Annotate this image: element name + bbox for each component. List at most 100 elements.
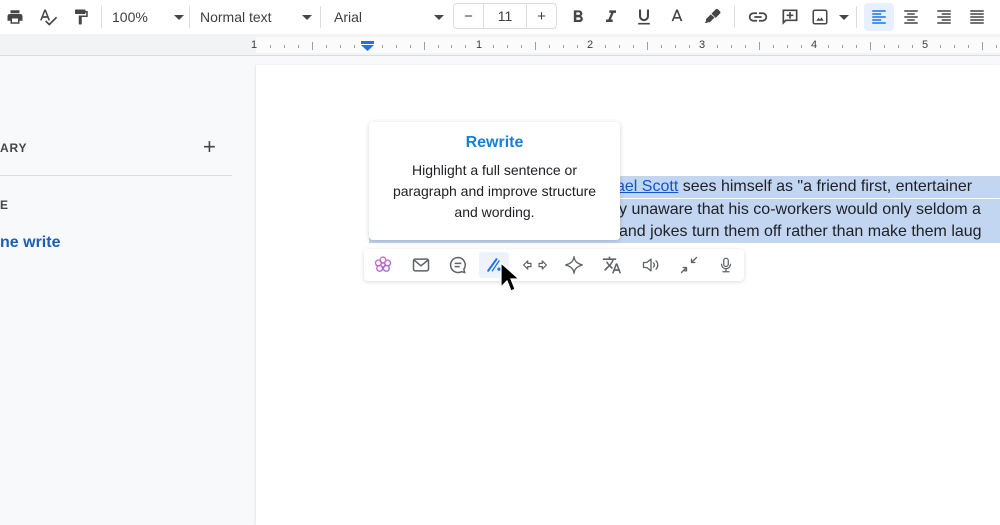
insert-link-button[interactable] — [745, 3, 771, 31]
improve-button[interactable] — [559, 252, 589, 278]
sidebar-divider — [0, 175, 232, 176]
ruler-tick — [507, 45, 508, 48]
link-icon — [748, 12, 768, 22]
font-size-stepper: − 11 + — [453, 3, 557, 29]
ruler-tick — [493, 45, 494, 48]
add-comment-icon — [782, 9, 798, 25]
add-comment-button[interactable] — [778, 3, 802, 31]
align-center-button[interactable] — [898, 3, 924, 31]
font-family-dropdown[interactable]: Arial — [334, 3, 444, 31]
collapse-arrows-icon — [680, 256, 698, 274]
ruler-tick — [856, 45, 857, 48]
bold-button[interactable] — [566, 3, 590, 31]
italic-button[interactable] — [599, 3, 623, 31]
ruler-tick — [549, 45, 550, 48]
underline-button[interactable] — [632, 3, 656, 31]
ruler-tick — [787, 45, 788, 48]
ruler-tick — [954, 45, 955, 48]
chat-reply-button[interactable] — [443, 252, 473, 278]
email-icon — [412, 258, 430, 272]
add-summary-button[interactable]: + — [203, 136, 216, 158]
align-center-icon — [904, 10, 918, 24]
chevron-down-icon — [434, 14, 444, 20]
ruler-tick — [535, 42, 536, 50]
ruler-tick — [689, 45, 690, 48]
voice-input-button[interactable] — [711, 252, 741, 278]
ruler-tick — [842, 45, 843, 48]
highlight-button[interactable] — [700, 3, 724, 31]
toolbar-divider — [189, 6, 190, 28]
align-left-button[interactable] — [864, 3, 894, 31]
ruler-tick — [661, 45, 662, 48]
italic-icon — [606, 10, 616, 22]
toolbar-divider — [734, 6, 735, 28]
insert-image-dropdown[interactable] — [811, 3, 849, 31]
ruler-tick — [759, 42, 760, 50]
flower-logo-icon — [374, 256, 392, 272]
ruler-tick — [521, 45, 522, 48]
ruler-tick — [870, 42, 871, 50]
ruler-tick — [396, 45, 397, 48]
ruler-tick — [633, 45, 634, 48]
line-text: y unaware that his co-workers would only… — [619, 201, 981, 218]
outline-section-label: E — [0, 198, 9, 212]
font-size-input[interactable]: 11 — [483, 4, 527, 28]
zoom-value: 100% — [112, 9, 148, 25]
increase-font-size-button[interactable]: + — [527, 4, 556, 28]
compose-email-button[interactable] — [406, 252, 436, 278]
ruler-tick — [354, 45, 355, 48]
translate-button[interactable] — [597, 252, 627, 278]
ruler-tick — [717, 45, 718, 48]
ruler-tick — [982, 42, 983, 50]
summary-section-label: ARY — [0, 141, 28, 155]
ruler-number: 3 — [699, 39, 706, 51]
print-icon — [7, 10, 23, 24]
read-aloud-button[interactable] — [636, 252, 666, 278]
summarize-button[interactable] — [674, 252, 704, 278]
sparkle-icon — [565, 256, 583, 274]
decrease-font-size-button[interactable]: − — [454, 4, 483, 28]
paint-format-button[interactable] — [70, 3, 92, 31]
ruler-tick — [828, 45, 829, 48]
ruler-tick — [326, 45, 327, 48]
ruler-tick — [298, 45, 299, 48]
ruler-tick — [465, 45, 466, 48]
print-button[interactable] — [4, 3, 26, 31]
ruler-tick — [898, 45, 899, 48]
justify-button[interactable] — [964, 3, 990, 31]
ruler-number: 1 — [476, 39, 483, 51]
translate-icon — [602, 256, 622, 274]
rewrite-pen-icon — [487, 258, 501, 272]
document-link[interactable]: ael Scott — [616, 178, 678, 195]
zoom-dropdown[interactable]: 100% — [112, 3, 184, 31]
outline-heading-item[interactable]: ne write — [0, 234, 60, 252]
ruler-tick — [577, 45, 578, 48]
ruler-tick — [801, 45, 802, 48]
rewrite-button[interactable] — [479, 252, 509, 278]
ruler-tick — [912, 45, 913, 48]
microphone-icon — [720, 257, 732, 273]
justify-icon — [970, 10, 984, 24]
ruler-number: 2 — [587, 39, 594, 51]
horizontal-ruler[interactable] — [0, 34, 1000, 56]
ruler-tick — [284, 45, 285, 48]
ruler-tick — [996, 45, 997, 48]
ruler-tick — [563, 45, 564, 48]
ruler-tick — [312, 42, 313, 50]
paragraph-style-dropdown[interactable]: Normal text — [200, 3, 312, 31]
ruler-number: 1 — [251, 39, 258, 51]
ruler-tick — [968, 45, 969, 48]
ruler-tick — [605, 45, 606, 48]
document-page[interactable] — [256, 65, 1000, 525]
indent-marker-handle[interactable] — [361, 41, 374, 51]
spellcheck-button[interactable] — [36, 3, 60, 31]
ruler-tick — [731, 45, 732, 48]
align-right-button[interactable] — [931, 3, 957, 31]
document-outline-sidebar — [0, 56, 256, 520]
adjust-length-button[interactable] — [518, 252, 552, 278]
paragraph-style-value: Normal text — [200, 9, 272, 25]
ruler-tick — [382, 45, 383, 48]
text-color-button[interactable] — [665, 3, 689, 31]
assistant-logo-button[interactable] — [368, 252, 398, 278]
tooltip-title: Rewrite — [465, 134, 524, 151]
